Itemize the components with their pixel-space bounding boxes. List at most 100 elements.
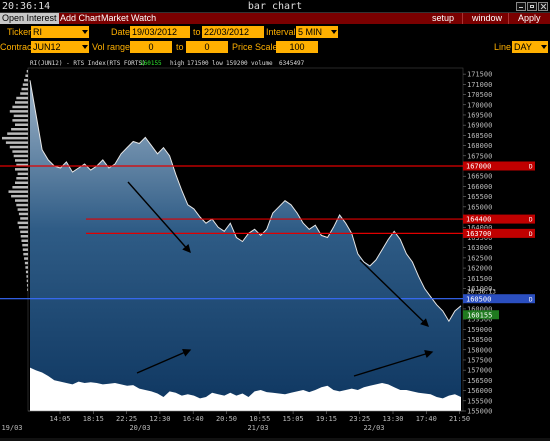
y-tick-label: 166000 bbox=[467, 183, 492, 191]
menu-window[interactable]: window bbox=[470, 13, 504, 24]
ticker-value: RI bbox=[33, 27, 42, 37]
y-tick-label: 168500 bbox=[467, 132, 492, 140]
chevron-down-icon bbox=[82, 45, 88, 49]
y-tick-label: 156500 bbox=[467, 377, 492, 385]
y-tick-label: 167500 bbox=[467, 152, 492, 160]
menu-setup[interactable]: setup bbox=[430, 13, 456, 24]
price-scale-field[interactable]: 100 bbox=[276, 41, 318, 53]
vol-from-value: 0 bbox=[148, 42, 154, 52]
volume-profile-bar bbox=[21, 87, 28, 91]
y-tick-label: 165000 bbox=[467, 203, 492, 211]
date-to-field[interactable]: 22/03/2012 bbox=[202, 26, 264, 38]
date-to-label: to bbox=[193, 27, 201, 37]
y-tick-label: 156000 bbox=[467, 387, 492, 395]
volume-profile-bar bbox=[22, 83, 28, 86]
volume-profile-bar bbox=[12, 150, 28, 153]
chart-info-last: 160155 bbox=[140, 60, 162, 67]
volume-profile-bar bbox=[18, 226, 28, 229]
y-tick-label: 166500 bbox=[467, 173, 492, 181]
date-from-field[interactable]: 19/03/2012 bbox=[130, 26, 190, 38]
volume-profile-bar bbox=[15, 199, 28, 202]
volume-profile-bar bbox=[2, 136, 28, 140]
price-level-flag: D bbox=[529, 217, 533, 224]
volume-profile-bar bbox=[18, 212, 28, 216]
volume-profile-bar bbox=[25, 74, 28, 77]
volume-profile-bar bbox=[23, 252, 29, 256]
x-tick-label: 17:40 bbox=[416, 415, 437, 423]
chart-info-low-label: low bbox=[212, 60, 223, 67]
title-bar: 20:36:14 bar chart bbox=[0, 0, 550, 13]
menu-open-interest[interactable]: Open Interest bbox=[0, 13, 59, 24]
y-tick-label: 157500 bbox=[467, 357, 492, 365]
volume-profile-bar bbox=[15, 159, 28, 162]
volume-profile-bar bbox=[7, 132, 28, 135]
y-tick-label: 155000 bbox=[467, 408, 492, 416]
volume-profile-bar bbox=[16, 203, 28, 207]
menu-add-chart[interactable]: Add Chart bbox=[58, 13, 103, 24]
volume-profile-bar bbox=[17, 221, 28, 225]
volume-profile-bar bbox=[11, 194, 29, 198]
volume-profile-bar bbox=[11, 128, 29, 131]
price-level-flag: D bbox=[529, 231, 533, 238]
maximize-icon[interactable] bbox=[527, 2, 537, 11]
x-tick-label: 20:50 bbox=[216, 415, 237, 423]
price-chart[interactable]: 171500 171000 170500 170000 169500 169000 1685… bbox=[0, 56, 550, 438]
price-level-label: 164400 bbox=[466, 216, 491, 224]
contract-select[interactable]: JUN12 bbox=[31, 41, 89, 53]
volume-profile-bar bbox=[26, 275, 29, 278]
x-tick-label: 16:40 bbox=[183, 415, 204, 423]
y-tick-label: 162500 bbox=[467, 254, 492, 262]
interval-select[interactable]: 5 MIN bbox=[296, 26, 338, 38]
line-select[interactable]: DAY bbox=[512, 41, 548, 53]
chart-info-volume: 6345497 bbox=[279, 60, 305, 67]
volume-profile-bar bbox=[26, 279, 28, 283]
ticker-select[interactable]: RI bbox=[31, 26, 89, 38]
x-tick-label: 18:15 bbox=[83, 415, 104, 423]
menu-market-watch[interactable]: Market Watch bbox=[99, 13, 158, 24]
minimize-icon[interactable] bbox=[516, 2, 526, 11]
volume-profile-bar bbox=[21, 239, 28, 242]
price-scale-value: 100 bbox=[289, 42, 305, 52]
interval-value: 5 MIN bbox=[298, 27, 323, 37]
apply-button[interactable]: Apply bbox=[516, 13, 543, 24]
contract-value: JUN12 bbox=[33, 42, 61, 52]
line-label: Line bbox=[494, 42, 512, 52]
y-tick-label: 155500 bbox=[467, 397, 492, 405]
date-label: 21/03 bbox=[247, 424, 268, 432]
close-icon[interactable] bbox=[538, 2, 548, 11]
price-level-time: 20:36:13 bbox=[467, 289, 496, 296]
x-tick-label: 13:30 bbox=[382, 415, 403, 423]
volume-profile-bar bbox=[13, 114, 28, 118]
y-tick-label: 170000 bbox=[467, 101, 492, 109]
date-label: 22/03 bbox=[363, 424, 384, 432]
volume-profile-bar bbox=[12, 105, 28, 109]
volume-profile-bar bbox=[12, 186, 28, 189]
vol-to-value: 0 bbox=[204, 42, 210, 52]
volume-profile-bar bbox=[20, 230, 28, 234]
y-tick-label: 163000 bbox=[467, 244, 492, 252]
y-tick-label: 169500 bbox=[467, 112, 492, 120]
vol-range-to-field[interactable]: 0 bbox=[186, 41, 228, 53]
vol-range-from-field[interactable]: 0 bbox=[130, 41, 172, 53]
y-tick-label: 170500 bbox=[467, 91, 492, 99]
volume-profile-bar bbox=[27, 288, 29, 291]
volume-profile-bar bbox=[26, 284, 28, 287]
y-tick-label: 165500 bbox=[467, 193, 492, 201]
y-tick-label: 171000 bbox=[467, 81, 492, 89]
volume-profile-bar bbox=[15, 123, 28, 126]
volume-profile-bar bbox=[20, 92, 28, 95]
date-label: 19/03 bbox=[1, 424, 22, 432]
toolbar: Ticker RI Date 19/03/2012 to 22/03/2012 … bbox=[0, 24, 550, 56]
volume-profile-bar bbox=[25, 270, 29, 274]
chart-info-high-label: high bbox=[170, 60, 185, 67]
chart-info-high: 171500 bbox=[187, 60, 209, 67]
volume-profile-bar bbox=[26, 70, 28, 73]
y-tick-label: 157000 bbox=[467, 367, 492, 375]
y-tick-label: 169000 bbox=[467, 122, 492, 130]
volume-profile-bar bbox=[8, 190, 28, 193]
x-tick-label: 15:05 bbox=[283, 415, 304, 423]
volume-profile-bar bbox=[22, 243, 28, 247]
price-level-flag: D bbox=[529, 164, 533, 171]
y-tick-label: 168000 bbox=[467, 142, 492, 150]
vol-to-label: to bbox=[176, 42, 184, 52]
